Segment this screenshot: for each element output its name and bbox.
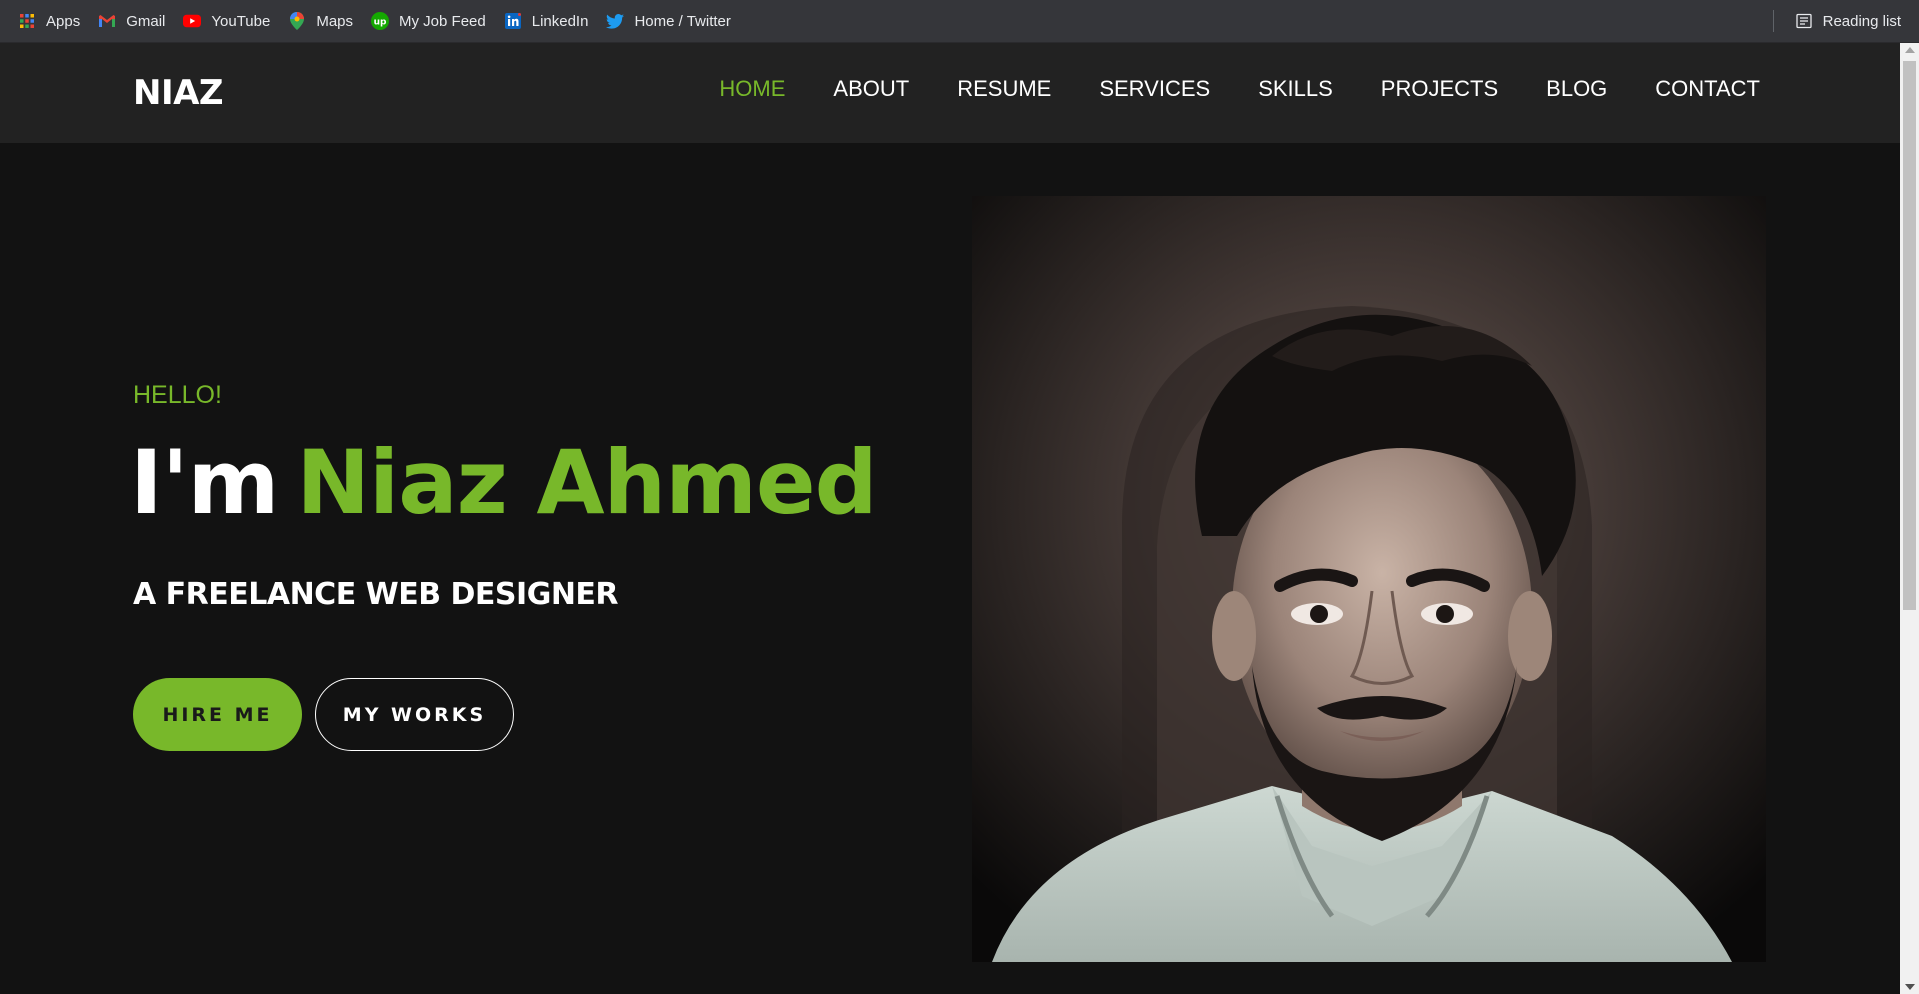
bookmark-label: Apps [46, 12, 81, 30]
profile-photo-illustration [972, 196, 1766, 962]
bookmarks-divider [1772, 10, 1774, 32]
gmail-icon [98, 12, 116, 30]
maps-pin-icon [288, 12, 306, 30]
linkedin-icon [504, 12, 522, 30]
nav-item-blog[interactable]: BLOG [1546, 76, 1607, 102]
scrollbar-thumb[interactable] [1903, 61, 1916, 610]
hero-headline: I'm Niaz Ahmed [130, 439, 878, 527]
bookmarks-bar: Apps Gmail YouTube Maps up My Job Feed L… [0, 0, 1919, 43]
page-viewport: NIAZ HOME ABOUT RESUME SERVICES SKILLS P… [0, 43, 1900, 994]
bookmark-maps[interactable]: Maps [279, 7, 362, 35]
apps-grid-icon [18, 12, 36, 30]
bookmark-twitter[interactable]: Home / Twitter [597, 7, 739, 35]
upwork-icon: up [371, 12, 390, 30]
bookmark-label: LinkedIn [531, 12, 589, 30]
twitter-icon [606, 12, 625, 30]
hire-me-button[interactable]: HIRE ME [133, 678, 302, 751]
nav-item-about[interactable]: ABOUT [833, 76, 909, 102]
bookmark-apps[interactable]: Apps [0, 7, 89, 35]
bookmark-linkedin[interactable]: LinkedIn [495, 7, 598, 35]
headline-prefix: I'm [130, 431, 279, 534]
nav-item-services[interactable]: SERVICES [1099, 76, 1210, 102]
bookmark-gmail[interactable]: Gmail [89, 7, 174, 35]
svg-text:up: up [374, 18, 387, 28]
nav-item-projects[interactable]: PROJECTS [1381, 76, 1498, 102]
hero-subtitle: A FREELANCE WEB DESIGNER [133, 577, 619, 612]
bookmark-label: Maps [316, 12, 354, 30]
reading-list-button[interactable]: Reading list [1786, 7, 1919, 35]
bookmark-label: Gmail [126, 12, 166, 30]
nav-item-home[interactable]: HOME [719, 76, 785, 102]
my-works-button[interactable]: MY WORKS [315, 678, 514, 751]
scroll-down-arrow-icon[interactable] [1905, 984, 1915, 990]
youtube-icon [183, 12, 202, 30]
main-nav: HOME ABOUT RESUME SERVICES SKILLS PROJEC… [719, 76, 1760, 102]
nav-item-resume[interactable]: RESUME [957, 76, 1051, 102]
site-logo[interactable]: NIAZ [133, 73, 224, 113]
bookmark-youtube[interactable]: YouTube [174, 7, 279, 35]
profile-photo [972, 196, 1766, 962]
reading-list-label: Reading list [1822, 12, 1901, 30]
nav-item-skills[interactable]: SKILLS [1258, 76, 1333, 102]
bookmark-label: YouTube [211, 12, 271, 30]
hero-greeting: HELLO! [133, 381, 222, 409]
page-scrollbar[interactable] [1900, 43, 1919, 994]
nav-item-contact[interactable]: CONTACT [1655, 76, 1760, 102]
site-header: NIAZ HOME ABOUT RESUME SERVICES SKILLS P… [0, 43, 1900, 143]
reading-list-icon [1795, 12, 1813, 30]
bookmark-label: Home / Twitter [634, 12, 731, 30]
bookmark-label: My Job Feed [399, 12, 486, 30]
headline-name: Niaz Ahmed [296, 431, 877, 534]
scroll-up-arrow-icon[interactable] [1905, 47, 1915, 53]
bookmark-my-job-feed[interactable]: up My Job Feed [362, 7, 495, 35]
